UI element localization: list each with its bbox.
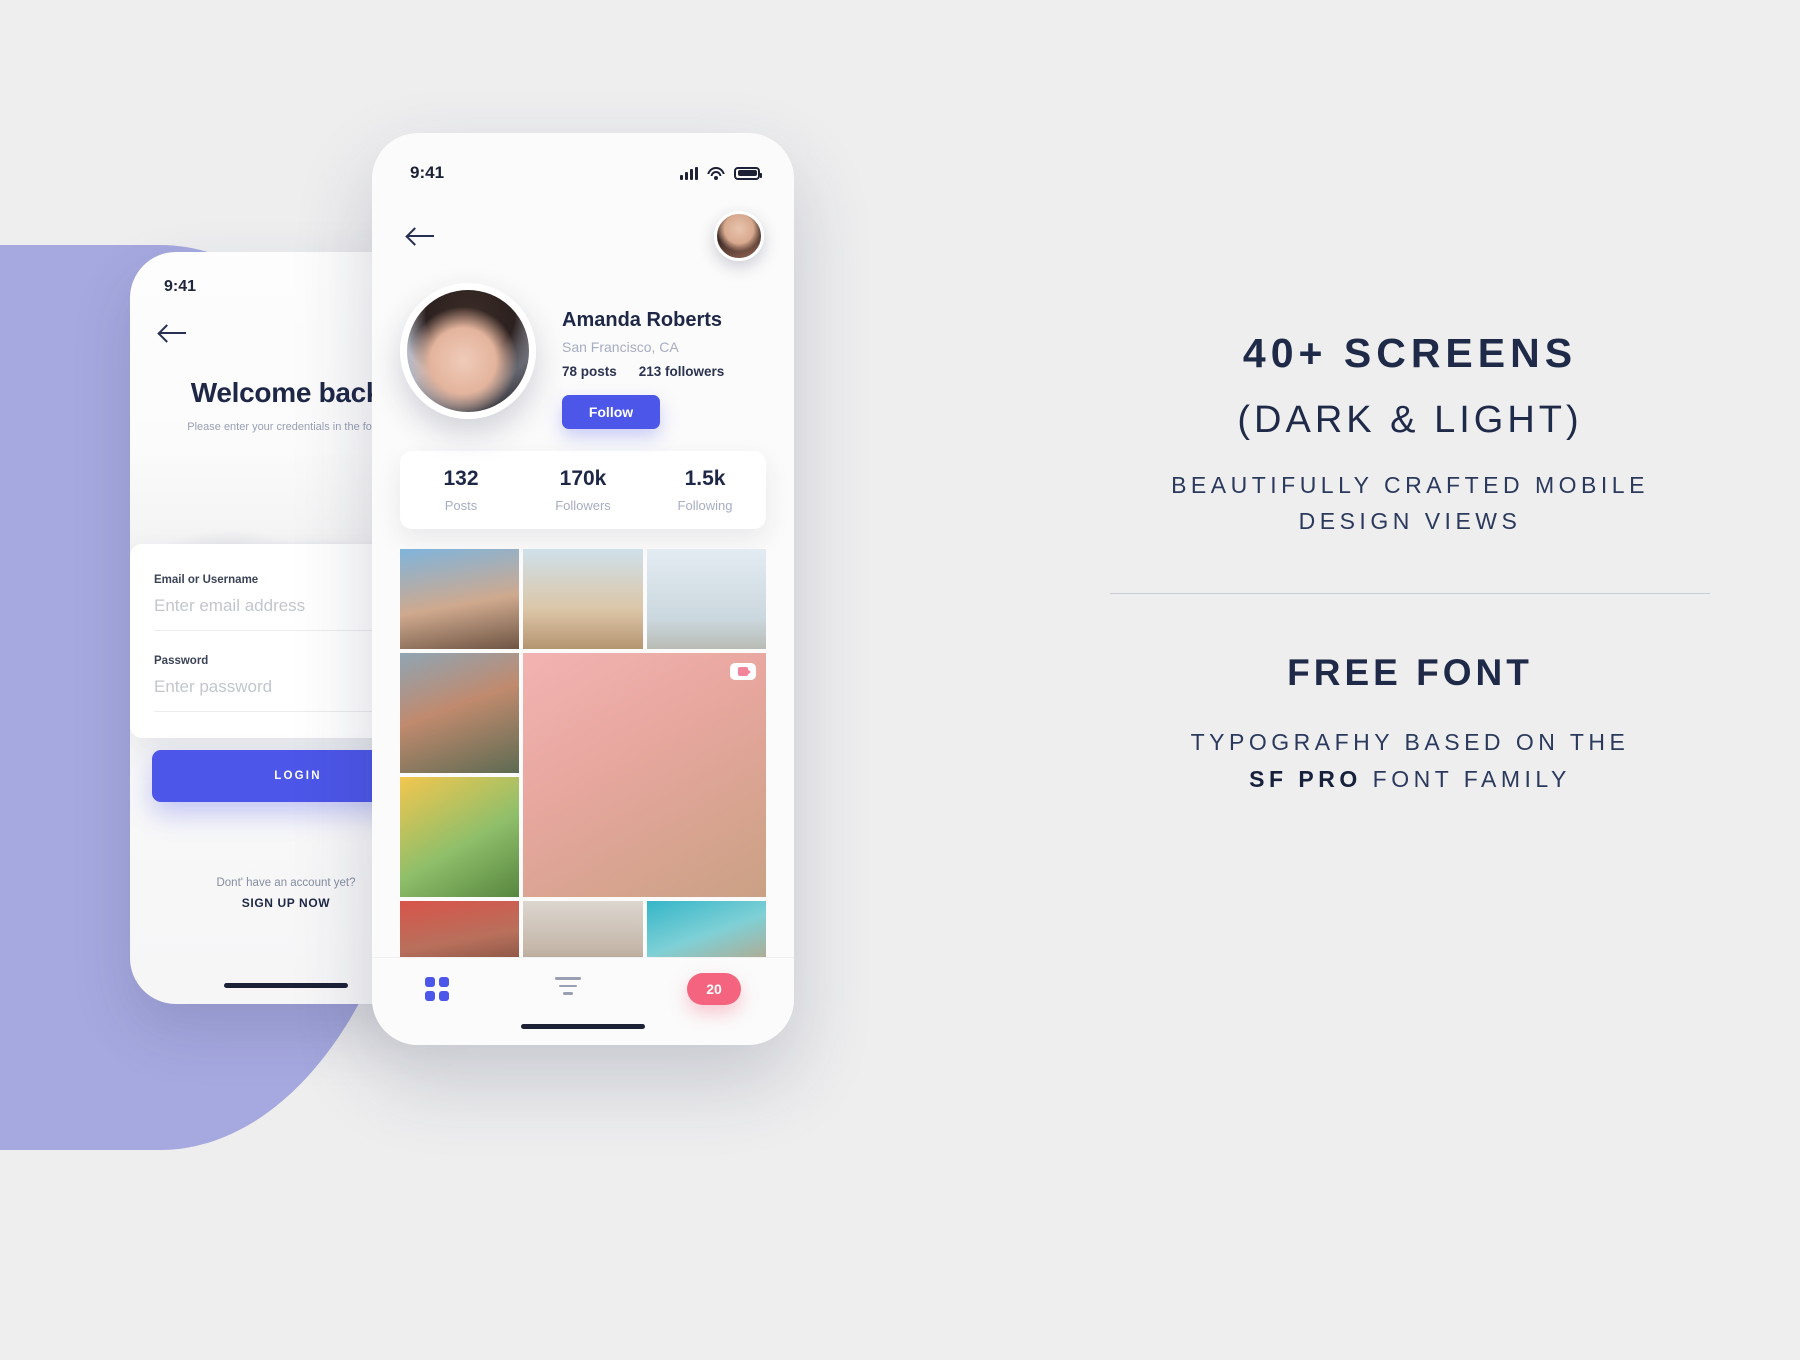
profile-avatar[interactable]	[400, 283, 536, 419]
cellular-signal-icon	[680, 166, 698, 180]
filter-lines-icon[interactable]	[555, 977, 581, 1000]
follow-button[interactable]: Follow	[562, 395, 660, 429]
home-indicator	[224, 983, 348, 988]
profile-name: Amanda Roberts	[562, 309, 723, 331]
home-indicator	[521, 1024, 645, 1029]
video-camera-icon	[730, 663, 756, 680]
profile-top-bar	[372, 183, 794, 261]
profile-tab-bar: 20	[372, 957, 794, 1045]
grid-item[interactable]	[646, 549, 766, 649]
panel-subhead: (DARK & LIGHT)	[1237, 399, 1583, 441]
panel-font-line2: SF PRO FONT FAMILY	[1030, 761, 1790, 798]
profile-header: Amanda Roberts San Francisco, CA 78 post…	[372, 261, 794, 429]
stat-posts-value: 132	[443, 467, 479, 490]
notification-badge[interactable]: 20	[687, 972, 741, 1005]
grid-item[interactable]	[400, 653, 520, 773]
grid-item-video[interactable]	[523, 653, 766, 897]
profile-status-time: 9:41	[410, 163, 445, 182]
grid-item[interactable]	[400, 777, 520, 897]
panel-font-line2-rest: FONT FAMILY	[1372, 766, 1571, 793]
profile-status-bar: 9:41	[372, 133, 794, 183]
panel-font-line1: TYPOGRAFHY BASED ON THE	[1190, 729, 1630, 756]
panel-font-headline: FREE FONT	[1287, 652, 1533, 694]
grid-item[interactable]	[523, 549, 643, 649]
stat-following[interactable]: 1.5k Following	[644, 467, 766, 513]
stat-posts[interactable]: 132 Posts	[400, 467, 522, 513]
stat-followers[interactable]: 170k Followers	[522, 467, 644, 513]
stat-followers-value: 170k	[559, 467, 607, 490]
grid-view-icon[interactable]	[425, 976, 449, 1001]
panel-description-line2: DESIGN VIEWS	[1298, 507, 1522, 534]
wifi-icon	[707, 166, 725, 180]
photo-grid	[400, 549, 766, 981]
profile-meta: 78 posts 213 followers	[562, 364, 724, 379]
current-user-avatar[interactable]	[714, 211, 764, 261]
stat-posts-label: Posts	[444, 498, 478, 513]
stat-followers-label: Followers	[555, 498, 611, 513]
marketing-panel: 40+ SCREENS (DARK & LIGHT) BEAUTIFULLY C…	[1030, 330, 1790, 798]
panel-divider	[1110, 593, 1710, 595]
panel-font-name: SF PRO	[1249, 766, 1362, 793]
stat-following-value: 1.5k	[684, 467, 726, 490]
panel-description-line1: BEAUTIFULLY CRAFTED MOBILE	[1171, 472, 1649, 498]
profile-location: San Francisco, CA	[562, 339, 679, 355]
profile-meta-posts: 78 posts	[562, 364, 617, 379]
profile-meta-followers: 213 followers	[638, 364, 725, 379]
profile-stats-card: 132 Posts 170k Followers 1.5k Following	[400, 451, 766, 529]
grid-item[interactable]	[400, 549, 520, 649]
arrow-left-icon	[160, 324, 190, 342]
arrow-left-icon[interactable]	[408, 227, 438, 245]
battery-icon	[734, 166, 762, 180]
profile-phone-mockup: 9:41 Amanda Roberts San Francisco, CA 78…	[372, 133, 794, 1045]
panel-headline: 40+ SCREENS	[1242, 330, 1578, 376]
stat-following-label: Following	[677, 498, 733, 513]
